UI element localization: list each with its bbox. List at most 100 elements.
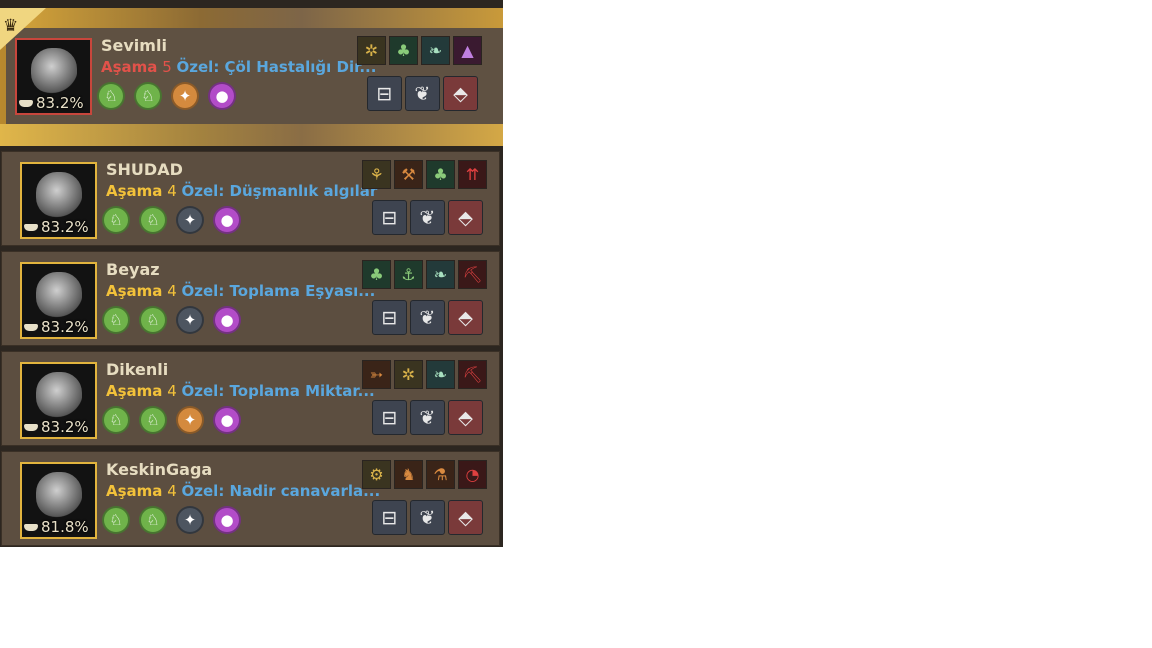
action-buttons: ⊟ ❦ ⬘ <box>372 200 483 235</box>
potion-icon[interactable]: ▲ <box>453 36 482 65</box>
pet-name: KeskinGaga <box>106 460 213 479</box>
special-ability: Özel: Çöl Hastalığı Dir... <box>176 58 377 76</box>
pet-portrait[interactable]: 83.2% <box>15 38 92 115</box>
wheat-icon[interactable]: ⚘ <box>362 160 391 189</box>
pet-skill-icon[interactable]: ♘ <box>102 306 130 334</box>
paw-button[interactable]: ❦ <box>410 500 445 535</box>
fishing-icon[interactable]: ⚓ <box>394 260 423 289</box>
stage-number: 5 <box>162 58 172 76</box>
feed-button[interactable]: ⊟ <box>372 500 407 535</box>
pet-card[interactable]: 83.2% Beyaz Aşama 4 Özel: Toplama Eşyası..… <box>1 251 500 346</box>
pet-avatar <box>36 372 82 418</box>
carriage-icon[interactable]: ⚙ <box>362 460 391 489</box>
wing-icon[interactable]: ❧ <box>426 260 455 289</box>
hand-skill-icon[interactable]: ♘ <box>139 206 167 234</box>
action-buttons: ⊟ ❦ ⬘ <box>372 500 483 535</box>
pickaxe-icon[interactable]: ⛏ <box>458 360 487 389</box>
hand-skill-icon[interactable]: ♘ <box>139 406 167 434</box>
unseal-button[interactable]: ⬘ <box>448 200 483 235</box>
potion-skill-icon[interactable]: ● <box>213 406 241 434</box>
trait-icons: ♘ ♘ ✦ ● <box>102 406 241 434</box>
pet-avatar <box>31 48 77 94</box>
compass-skill-icon[interactable]: ✦ <box>176 506 204 534</box>
pet-card[interactable]: ♛ 83.2% Sevimli Aşama 5 Özel: Çöl Hastalığı… <box>0 8 503 146</box>
compass-skill-icon[interactable]: ✦ <box>176 406 204 434</box>
clover-icon[interactable]: ♣ <box>389 36 418 65</box>
skill-icons: ⚙ ♞ ⚗ ◔ <box>362 460 487 489</box>
pet-portrait[interactable]: 83.2% <box>20 162 97 239</box>
unseal-button[interactable]: ⬘ <box>448 400 483 435</box>
pet-card[interactable]: 81.8% KeskinGaga Aşama 4 Özel: Nadir canav… <box>1 451 500 546</box>
stage-row: Aşama 4 Özel: Nadir canavarla... <box>106 482 380 500</box>
pet-name: Dikenli <box>106 360 169 379</box>
hand-skill-icon[interactable]: ♘ <box>139 506 167 534</box>
hand-skill-icon[interactable]: ♘ <box>134 82 162 110</box>
arrows-up-icon[interactable]: ⇈ <box>458 160 487 189</box>
paw-button[interactable]: ❦ <box>410 300 445 335</box>
beetle-icon[interactable]: ✲ <box>394 360 423 389</box>
food-bowl-icon <box>24 424 38 431</box>
hunger-value: 83.2% <box>41 218 89 236</box>
hunger-readout: 83.2% <box>24 218 89 236</box>
feed-button[interactable]: ⊟ <box>372 300 407 335</box>
pet-skill-icon[interactable]: ♘ <box>102 506 130 534</box>
stage-label: Aşama <box>101 58 158 76</box>
paw-button[interactable]: ❦ <box>410 400 445 435</box>
hammer-icon[interactable]: ⚒ <box>394 160 423 189</box>
wing-icon[interactable]: ❧ <box>421 36 450 65</box>
unseal-button[interactable]: ⬘ <box>448 500 483 535</box>
hunger-readout: 83.2% <box>19 94 84 112</box>
wing-icon[interactable]: ❧ <box>426 360 455 389</box>
potion-skill-icon[interactable]: ● <box>213 206 241 234</box>
pet-avatar <box>36 472 82 518</box>
pet-avatar <box>36 172 82 218</box>
compass-skill-icon[interactable]: ✦ <box>176 306 204 334</box>
potion-skill-icon[interactable]: ● <box>213 506 241 534</box>
special-ability: Özel: Nadir canavarla... <box>181 482 381 500</box>
stage-number: 4 <box>167 482 177 500</box>
pet-skill-icon[interactable]: ♘ <box>102 406 130 434</box>
paw-button[interactable]: ❦ <box>410 200 445 235</box>
pet-portrait[interactable]: 81.8% <box>20 462 97 539</box>
hunger-readout: 83.2% <box>24 318 89 336</box>
pet-name: SHUDAD <box>106 160 183 179</box>
flask-icon[interactable]: ⚗ <box>426 460 455 489</box>
rifle-icon[interactable]: ➳ <box>362 360 391 389</box>
clover-icon[interactable]: ♣ <box>426 160 455 189</box>
food-bowl-icon <box>24 224 38 231</box>
crown-icon: ♛ <box>3 16 19 36</box>
trait-icons: ♘ ♘ ✦ ● <box>102 306 241 334</box>
pet-portrait[interactable]: 83.2% <box>20 362 97 439</box>
pet-card[interactable]: 83.2% SHUDAD Aşama 4 Özel: Düşmanlık algıl… <box>1 151 500 246</box>
feed-button[interactable]: ⊟ <box>367 76 402 111</box>
compass-skill-icon[interactable]: ✦ <box>171 82 199 110</box>
skill-icons: ⚘ ⚒ ♣ ⇈ <box>362 160 487 189</box>
unseal-button[interactable]: ⬘ <box>443 76 478 111</box>
beetle-icon[interactable]: ✲ <box>357 36 386 65</box>
pet-skill-icon[interactable]: ♘ <box>97 82 125 110</box>
paw-button[interactable]: ❦ <box>405 76 440 111</box>
pet-skill-icon[interactable]: ♘ <box>102 206 130 234</box>
pet-avatar <box>36 272 82 318</box>
clover-icon[interactable]: ♣ <box>362 260 391 289</box>
decor-bottom <box>0 124 503 146</box>
pet-portrait[interactable]: 83.2% <box>20 262 97 339</box>
feed-button[interactable]: ⊟ <box>372 200 407 235</box>
clock-icon[interactable]: ◔ <box>458 460 487 489</box>
potion-skill-icon[interactable]: ● <box>208 82 236 110</box>
special-ability: Özel: Toplama Miktar... <box>181 382 375 400</box>
pet-card[interactable]: 83.2% Dikenli Aşama 4 Özel: Toplama Miktar… <box>1 351 500 446</box>
trait-icons: ♘ ♘ ✦ ● <box>102 506 241 534</box>
stage-row: Aşama 4 Özel: Toplama Eşyası... <box>106 282 375 300</box>
stage-row: Aşama 5 Özel: Çöl Hastalığı Dir... <box>101 58 376 76</box>
compass-skill-icon[interactable]: ✦ <box>176 206 204 234</box>
stage-row: Aşama 4 Özel: Toplama Miktar... <box>106 382 375 400</box>
feed-button[interactable]: ⊟ <box>372 400 407 435</box>
pickaxe-icon[interactable]: ⛏ <box>458 260 487 289</box>
potion-skill-icon[interactable]: ● <box>213 306 241 334</box>
unseal-button[interactable]: ⬘ <box>448 300 483 335</box>
hand-skill-icon[interactable]: ♘ <box>139 306 167 334</box>
stage-number: 4 <box>167 382 177 400</box>
horse-icon[interactable]: ♞ <box>394 460 423 489</box>
hunger-value: 81.8% <box>41 518 89 536</box>
